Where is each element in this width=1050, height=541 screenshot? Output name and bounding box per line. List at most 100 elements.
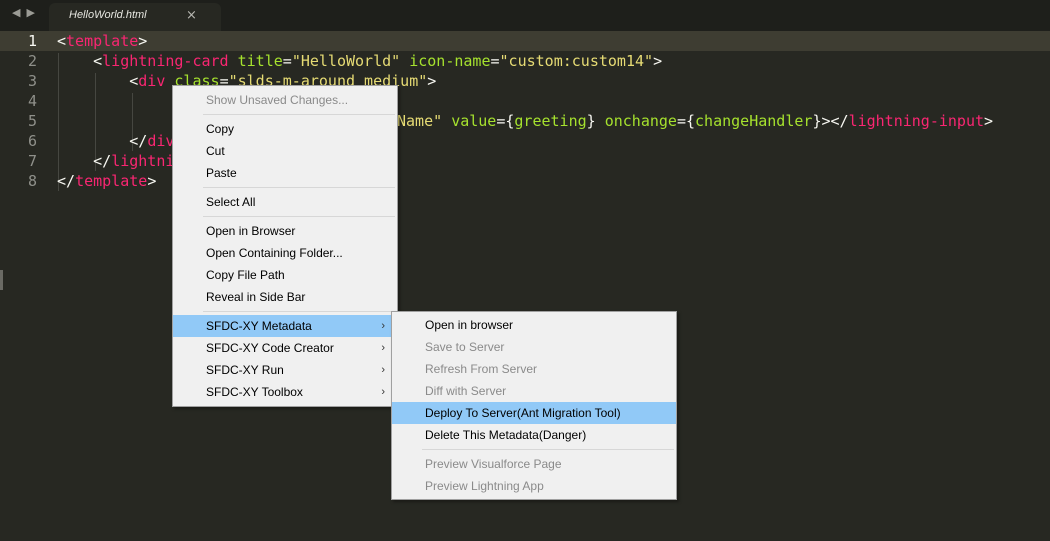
menu-item-sfdc-xy-code-creator[interactable]: SFDC-XY Code Creator › — [173, 337, 397, 359]
submenu-item-save-to-server: Save to Server — [392, 336, 676, 358]
menu-item-copy-file-path[interactable]: Copy File Path — [173, 264, 397, 286]
menu-item-label: Delete This Metadata(Danger) — [425, 428, 587, 442]
code-token: title — [237, 52, 283, 70]
code-token: </ — [57, 132, 148, 150]
menu-separator — [203, 216, 395, 217]
code-token: < — [57, 52, 103, 70]
menu-item-cut[interactable]: Cut — [173, 140, 397, 162]
submenu-item-preview-visualforce-page: Preview Visualforce Page — [392, 453, 676, 475]
menu-separator — [203, 114, 395, 115]
line-number-text: 5 — [27, 112, 37, 130]
sfdc-xy-metadata-submenu: Open in browser Save to Server Refresh Fro… — [391, 311, 677, 500]
code-line-5[interactable]: Name" value={greeting} onchange={changeH… — [397, 111, 993, 131]
line-number-text: 3 — [27, 72, 37, 90]
code-token: > — [984, 112, 994, 130]
code-token: lightning-input — [848, 112, 985, 130]
menu-item-sfdc-xy-toolbox[interactable]: SFDC-XY Toolbox › — [173, 381, 397, 403]
submenu-item-delete-this-metadata-danger[interactable]: Delete This Metadata(Danger) — [392, 424, 676, 446]
code-token: </ — [57, 172, 76, 190]
menu-item-label: SFDC-XY Run — [206, 363, 284, 377]
menu-item-label: Refresh From Server — [425, 362, 538, 376]
line-number: 7 — [0, 151, 52, 171]
code-token: lightning-card — [102, 52, 229, 70]
submenu-item-deploy-to-server-ant-migration-tool[interactable]: Deploy To Server(Ant Migration Tool) — [392, 402, 676, 424]
menu-item-label: SFDC-XY Metadata — [206, 319, 312, 333]
submenu-item-open-in-browser[interactable]: Open in browser — [392, 314, 676, 336]
menu-separator — [203, 311, 395, 312]
tab-nav-arrows[interactable]: ◀▶ — [12, 6, 41, 19]
chevron-right-icon: › — [381, 342, 385, 354]
menu-item-open-containing-folder[interactable]: Open Containing Folder... — [173, 242, 397, 264]
menu-item-label: Open Containing Folder... — [206, 246, 343, 260]
menu-item-label: Open in Browser — [206, 224, 296, 238]
code-token: </ — [57, 152, 112, 170]
menu-item-label: SFDC-XY Toolbox — [206, 385, 303, 399]
nav-forward-icon[interactable]: ▶ — [26, 6, 40, 19]
code-line-8[interactable]: </template> — [57, 171, 156, 191]
code-token: icon-name — [409, 52, 491, 70]
menu-item-show-unsaved-changes: Show Unsaved Changes... — [173, 89, 397, 111]
line-number-text: 2 — [27, 52, 37, 70]
code-token: div — [138, 72, 166, 90]
nav-back-icon[interactable]: ◀ — [12, 6, 26, 19]
code-token: < — [57, 72, 139, 90]
menu-item-label: Paste — [206, 166, 237, 180]
submenu-item-refresh-from-server: Refresh From Server — [392, 358, 676, 380]
line-number: 8 — [0, 171, 52, 191]
menu-item-label: Save to Server — [425, 340, 505, 354]
code-token: greeting — [514, 112, 587, 130]
submenu-item-diff-with-server: Diff with Server — [392, 380, 676, 402]
close-icon[interactable]: × — [186, 8, 197, 23]
submenu-item-preview-lightning-app: Preview Lightning App — [392, 475, 676, 497]
menu-separator — [422, 449, 674, 450]
line-number-text: 4 — [27, 92, 37, 110]
code-token: template — [66, 32, 139, 50]
menu-item-label: Copy — [206, 122, 235, 136]
menu-item-label: Deploy To Server(Ant Migration Tool) — [425, 406, 621, 420]
menu-item-select-all[interactable]: Select All — [173, 191, 397, 213]
chevron-right-icon: › — [381, 320, 385, 332]
menu-item-label: Preview Visualforce Page — [425, 457, 562, 471]
menu-item-label: Cut — [206, 144, 225, 158]
line-number-text: 6 — [27, 132, 37, 150]
menu-item-open-in-browser[interactable]: Open in Browser — [173, 220, 397, 242]
menu-item-copy[interactable]: Copy — [173, 118, 397, 140]
menu-separator — [203, 187, 395, 188]
code-token: div — [147, 132, 175, 150]
code-token: value — [451, 112, 497, 130]
menu-item-paste[interactable]: Paste — [173, 162, 397, 184]
menu-item-label: Copy File Path — [206, 268, 285, 282]
code-token: onchange — [604, 112, 677, 130]
code-token: = — [490, 52, 500, 70]
code-line-2[interactable]: <lightning-card title="HelloWorld" icon-… — [57, 51, 662, 71]
code-token: lightni — [111, 152, 175, 170]
code-line-6[interactable]: </div — [57, 131, 174, 151]
code-line-7[interactable]: </lightni — [57, 151, 174, 171]
code-token: > — [138, 32, 148, 50]
chevron-right-icon: › — [381, 386, 385, 398]
code-token: }></ — [812, 112, 849, 130]
line-number-text: 8 — [27, 172, 37, 190]
line-number: 2 — [0, 51, 52, 71]
menu-item-sfdc-xy-run[interactable]: SFDC-XY Run › — [173, 359, 397, 381]
tab-bar: ◀▶ HelloWorld.html × — [0, 0, 1050, 31]
line-number: 4 — [0, 91, 52, 111]
code-token: = — [282, 52, 292, 70]
code-token: Name" — [397, 112, 443, 130]
line-number: 3 — [0, 71, 52, 91]
menu-item-label: Open in browser — [425, 318, 514, 332]
menu-item-sfdc-xy-metadata[interactable]: SFDC-XY Metadata › — [173, 315, 397, 337]
line-number: 5 — [0, 111, 52, 131]
code-token: > — [147, 172, 157, 190]
code-line-1[interactable]: <template> — [57, 31, 147, 51]
menu-item-reveal-in-side-bar[interactable]: Reveal in Side Bar — [173, 286, 397, 308]
menu-item-label: SFDC-XY Code Creator — [206, 341, 334, 355]
tab-title: HelloWorld.html — [69, 9, 147, 21]
code-token: "custom:custom14" — [499, 52, 654, 70]
line-number-text: 7 — [27, 152, 37, 170]
tab-helloworld[interactable]: HelloWorld.html × — [49, 3, 221, 31]
